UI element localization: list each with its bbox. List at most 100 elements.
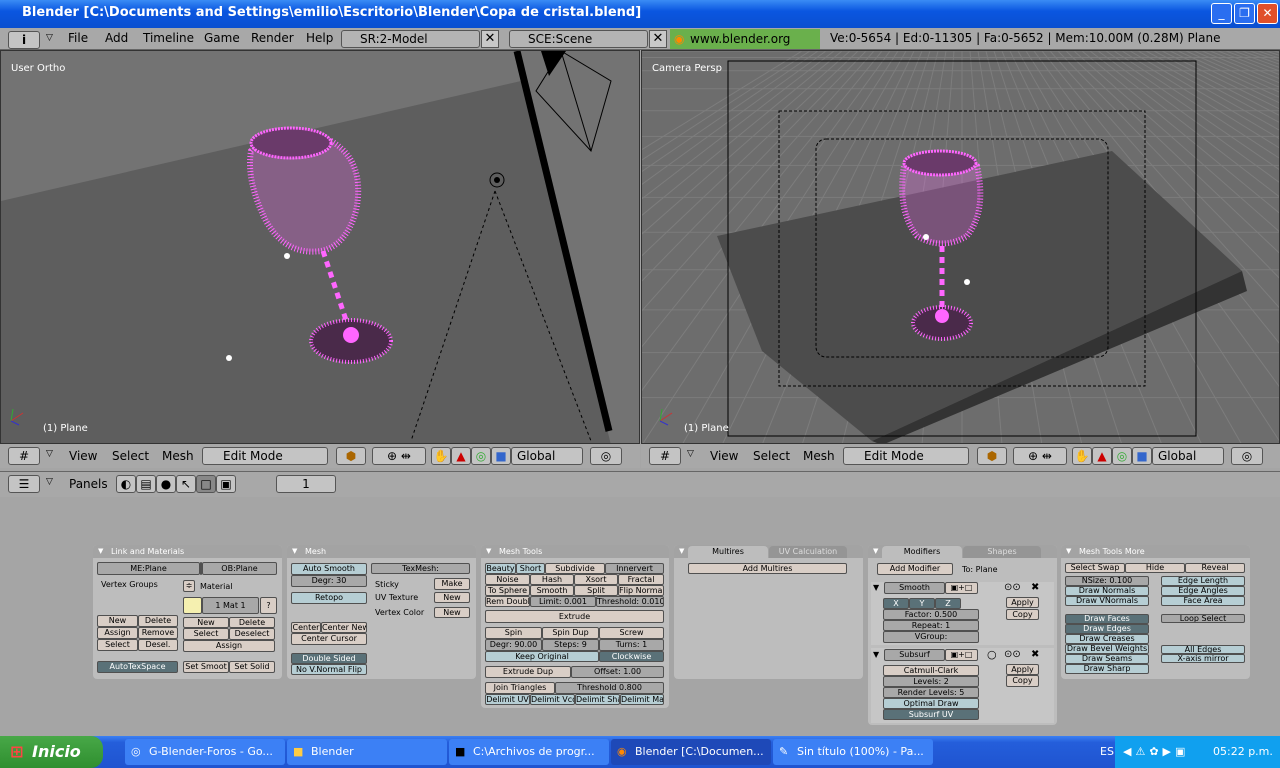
subsurf-move-up-down-icon[interactable]: ⊙⊙	[1004, 649, 1021, 660]
task-blender[interactable]: ◉ Blender [C:\Documen...	[611, 739, 771, 765]
offset-field[interactable]: Offset: 1.00	[571, 666, 664, 678]
material-color-swatch[interactable]	[183, 597, 202, 614]
vgroup-field[interactable]: VGroup:	[883, 631, 979, 643]
sticky-make-button[interactable]: Make	[434, 578, 470, 590]
mode-selector[interactable]: Edit Mode	[843, 447, 969, 465]
all-edges-toggle[interactable]: All Edges	[1161, 645, 1245, 654]
edge-length-toggle[interactable]: Edge Length	[1161, 576, 1245, 586]
flip-normal-button[interactable]: Flip Normal	[618, 585, 664, 596]
menu-render[interactable]: Render	[251, 31, 294, 45]
turns-field[interactable]: Turns: 1	[599, 639, 664, 651]
language-indicator[interactable]: ES	[1100, 745, 1114, 758]
menu-timeline[interactable]: Timeline	[143, 31, 194, 45]
task-folder[interactable]: ■ Blender	[287, 739, 447, 765]
collapse-menu-icon[interactable]: ▽	[46, 477, 53, 487]
pivot-icon[interactable]: ⊕ ⇹	[1013, 447, 1067, 465]
add-multires-button[interactable]: Add Multires	[688, 563, 847, 574]
texmesh-field[interactable]: TexMesh:	[371, 563, 470, 574]
remove-doubles-button[interactable]: Rem Doubl	[485, 596, 530, 607]
material-delete-button[interactable]: Delete	[229, 617, 275, 628]
task-paint[interactable]: ✎ Sin título (100%) - Pa...	[773, 739, 933, 765]
hide-button[interactable]: Hide	[1125, 563, 1185, 573]
panel-title[interactable]: Mesh Tools	[481, 545, 669, 558]
mode-selector[interactable]: Edit Mode	[202, 447, 328, 465]
tab-shapes[interactable]: Shapes	[963, 546, 1041, 558]
subsurf-copy-button[interactable]: Copy	[1006, 675, 1039, 687]
fractal-button[interactable]: Fractal	[618, 574, 664, 585]
scene-context-icon[interactable]: ▣	[216, 475, 236, 493]
vgroup-assign-button[interactable]: Assign	[97, 627, 138, 639]
menu-select[interactable]: Select	[112, 449, 149, 463]
subsurf-remove-icon[interactable]: ✖	[1031, 649, 1039, 660]
spin-button[interactable]: Spin	[485, 627, 542, 639]
menu-select[interactable]: Select	[753, 449, 790, 463]
delimit-uv-toggle[interactable]: Delimit UV	[485, 694, 530, 705]
optimal-draw-toggle[interactable]: Optimal Draw	[883, 698, 979, 709]
x-axis-mirror-toggle[interactable]: X-axis mirror	[1161, 654, 1245, 663]
vgroup-new-button[interactable]: New	[97, 615, 138, 627]
levels-field[interactable]: Levels: 2	[883, 676, 979, 687]
edge-angles-toggle[interactable]: Edge Angles	[1161, 586, 1245, 596]
join-triangles-button[interactable]: Join Triangles	[485, 682, 555, 694]
object-name-field[interactable]: OB:Plane	[202, 562, 277, 575]
scale-icon[interactable]: ■	[491, 447, 511, 465]
vgroup-select-button[interactable]: Select	[97, 639, 138, 651]
smooth-y-toggle[interactable]: Y	[909, 598, 935, 609]
delete-scene-button[interactable]: ✕	[649, 30, 667, 48]
mesh-datablock-field[interactable]: ME:Plane	[97, 562, 200, 575]
menu-help[interactable]: Help	[306, 31, 333, 45]
draw-creases-toggle[interactable]: Draw Creases	[1065, 634, 1149, 644]
rotate-icon[interactable]: ◎	[471, 447, 491, 465]
subsurf-collapse-icon[interactable]: ▼	[873, 650, 879, 659]
screw-button[interactable]: Screw	[599, 627, 664, 639]
rotate-icon[interactable]: ◎	[1112, 447, 1132, 465]
split-button[interactable]: Split	[574, 585, 618, 596]
shading-context-icon[interactable]: ●	[156, 475, 176, 493]
task-console[interactable]: ■ C:\Archivos de progr...	[449, 739, 609, 765]
retopo-toggle[interactable]: Retopo	[291, 592, 367, 604]
subdivision-type-selector[interactable]: Catmull-Clark	[883, 665, 979, 676]
material-deselect-button[interactable]: Deselect	[229, 628, 275, 640]
editing-context-icon[interactable]: □	[196, 475, 216, 493]
close-button[interactable]: ✕	[1257, 3, 1278, 24]
vgroup-remove-button[interactable]: Remove	[138, 627, 178, 639]
menu-view[interactable]: View	[69, 449, 97, 463]
smooth-modifier-name[interactable]: Smooth	[884, 582, 945, 594]
info-icon[interactable]: i	[8, 31, 40, 49]
select-swap-button[interactable]: Select Swap	[1065, 563, 1125, 573]
pivot-icon[interactable]: ⊕ ⇹	[372, 447, 426, 465]
orientation-selector[interactable]: Global	[511, 447, 583, 465]
smooth-display-toggles-icon[interactable]: ▣+□	[945, 582, 978, 594]
menu-view[interactable]: View	[710, 449, 738, 463]
repeat-field[interactable]: Repeat: 1	[883, 620, 979, 631]
editor-type-icon[interactable]: ☰	[8, 475, 40, 493]
minimize-button[interactable]: _	[1211, 3, 1232, 24]
smooth-copy-button[interactable]: Copy	[1006, 609, 1039, 620]
short-toggle[interactable]: Short	[516, 563, 545, 574]
proportional-edit-icon[interactable]: ◎	[1231, 447, 1263, 465]
editor-type-icon[interactable]: #	[649, 447, 681, 465]
logic-context-icon[interactable]: ◐	[116, 475, 136, 493]
delete-screen-button[interactable]: ✕	[481, 30, 499, 48]
draw-sharp-toggle[interactable]: Draw Sharp	[1065, 664, 1149, 674]
hash-button[interactable]: Hash	[530, 574, 574, 585]
face-area-toggle[interactable]: Face Area	[1161, 596, 1245, 606]
panel-title[interactable]: Mesh Tools More	[1061, 545, 1250, 558]
factor-field[interactable]: Factor: 0.500	[883, 609, 979, 620]
draw-edges-toggle[interactable]: Draw Edges	[1065, 624, 1149, 634]
uv-texture-new-button[interactable]: New	[434, 592, 470, 603]
material-select-button[interactable]: Select	[183, 628, 229, 640]
draw-faces-toggle[interactable]: Draw Faces	[1065, 614, 1149, 624]
menu-file[interactable]: File	[68, 31, 88, 45]
screen-selector[interactable]: SR:2-Model	[341, 30, 480, 48]
subsurf-modifier-name[interactable]: Subsurf	[884, 649, 945, 661]
xsort-button[interactable]: Xsort	[574, 574, 618, 585]
hand-manipulator-icon[interactable]: ✋	[431, 447, 451, 465]
menu-game[interactable]: Game	[204, 31, 240, 45]
material-new-button[interactable]: New	[183, 617, 229, 628]
subsurf-cage-icon[interactable]: ○	[987, 648, 997, 661]
material-help-button[interactable]: ?	[260, 597, 277, 614]
menu-add[interactable]: Add	[105, 31, 128, 45]
steps-field[interactable]: Steps: 9	[542, 639, 599, 651]
spin-dup-button[interactable]: Spin Dup	[542, 627, 599, 639]
